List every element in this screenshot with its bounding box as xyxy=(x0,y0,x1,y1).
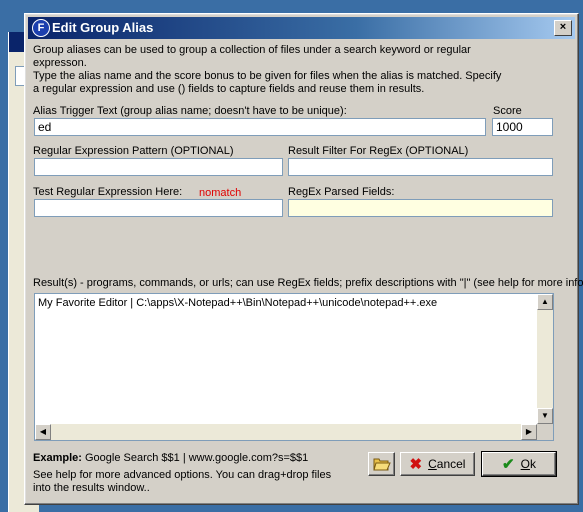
results-label: Result(s) - programs, commands, or urls;… xyxy=(33,277,583,289)
red-x-icon: ✖ xyxy=(409,455,423,473)
open-folder-button[interactable] xyxy=(368,452,395,476)
score-input[interactable]: 1000 xyxy=(492,118,553,136)
folder-open-icon xyxy=(372,458,391,471)
window-title: Edit Group Alias xyxy=(52,20,154,35)
alias-label: Alias Trigger Text (group alias name; do… xyxy=(33,105,347,117)
test-regex-label: Test Regular Expression Here: xyxy=(33,186,183,198)
edit-group-alias-dialog: F Edit Group Alias × Group aliases can b… xyxy=(24,13,583,505)
example-value: Google Search $$1 | www.google.com?s=$$1 xyxy=(84,452,309,464)
example-text: Example: Google Search $$1 | www.google.… xyxy=(33,452,308,465)
title-bar: F Edit Group Alias × xyxy=(28,17,575,39)
result-filter-input[interactable] xyxy=(288,158,553,176)
results-horizontal-scrollbar[interactable]: ◀ ▶ xyxy=(35,424,537,440)
ok-button[interactable]: ✔ Ok xyxy=(481,451,557,477)
example-label: Example: xyxy=(33,452,82,464)
scroll-left-icon[interactable]: ◀ xyxy=(35,424,51,440)
close-button[interactable]: × xyxy=(554,20,572,36)
scrollbar-corner xyxy=(537,424,553,440)
ok-label: k xyxy=(529,457,536,471)
parsed-fields-output xyxy=(288,199,553,217)
result-filter-label: Result Filter For RegEx (OPTIONAL) xyxy=(288,145,469,157)
score-label: Score xyxy=(493,105,522,117)
app-icon: F xyxy=(32,19,50,37)
ok-accel: O xyxy=(520,457,530,471)
cancel-button[interactable]: ✖ Cancel xyxy=(400,452,475,476)
parsed-fields-label: RegEx Parsed Fields: xyxy=(288,186,395,198)
results-text: My Favorite Editor | C:\apps\X-Notepad++… xyxy=(38,297,438,309)
help-text: See help for more advanced options. You … xyxy=(33,469,332,494)
scroll-up-icon[interactable]: ▲ xyxy=(537,294,553,310)
results-vertical-scrollbar[interactable]: ▲ ▼ xyxy=(537,294,553,424)
description-text: Group aliases can be used to group a col… xyxy=(33,44,503,96)
description-line-1: Group aliases can be used to group a col… xyxy=(33,44,471,69)
cancel-accel: C xyxy=(428,457,437,471)
description-line-2: Type the alias name and the score bonus … xyxy=(33,70,502,95)
results-textarea[interactable]: My Favorite Editor | C:\apps\X-Notepad++… xyxy=(34,293,554,441)
regex-input[interactable] xyxy=(34,158,283,176)
scroll-down-icon[interactable]: ▼ xyxy=(537,408,553,424)
alias-input[interactable]: ed xyxy=(34,118,486,136)
green-check-icon: ✔ xyxy=(502,455,515,473)
regex-label: Regular Expression Pattern (OPTIONAL) xyxy=(33,145,234,157)
test-regex-input[interactable] xyxy=(34,199,283,217)
scroll-right-icon[interactable]: ▶ xyxy=(521,424,537,440)
cancel-label: ancel xyxy=(436,457,466,471)
